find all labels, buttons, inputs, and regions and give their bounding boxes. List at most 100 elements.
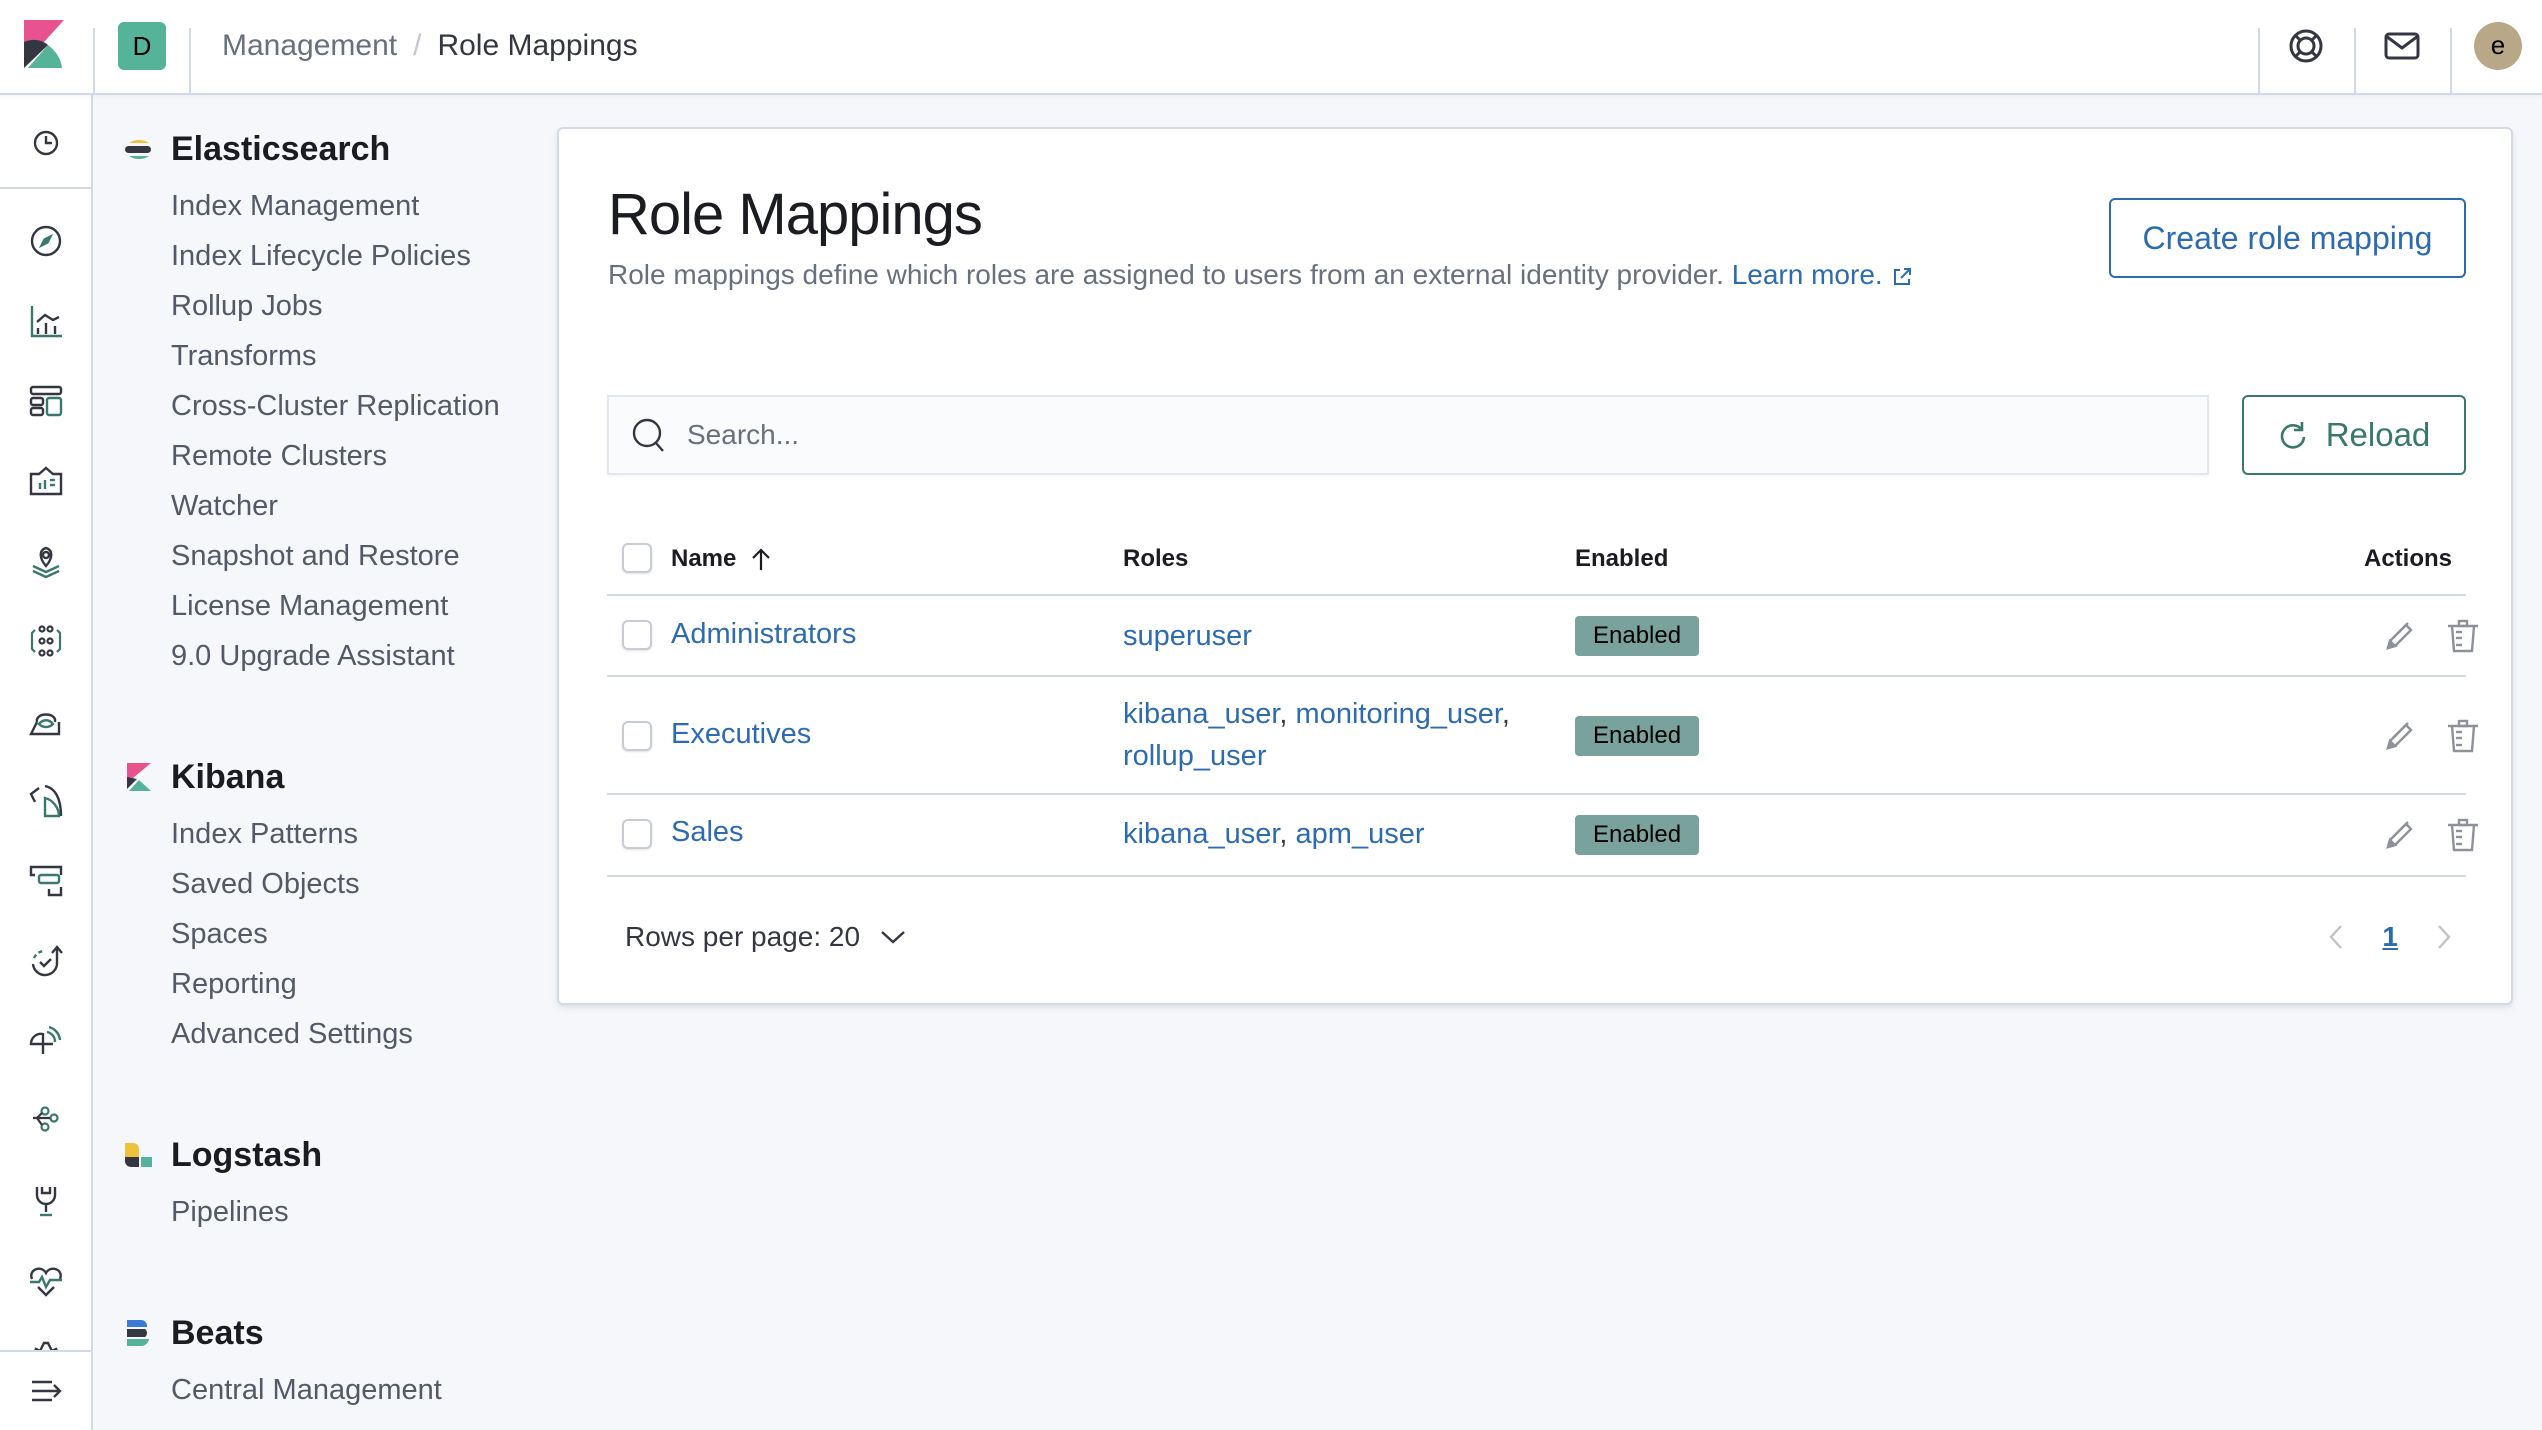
dashboard-icon[interactable] [26, 381, 66, 421]
role-link[interactable]: kibana_user [1123, 818, 1279, 850]
siem-security-icon[interactable] [26, 701, 66, 741]
sidenav-item-pipelines[interactable]: Pipelines [171, 1187, 322, 1237]
pagination: 1 [2328, 921, 2452, 953]
management-sidenav: Elasticsearch Index Management Index Lif… [93, 95, 555, 1430]
newsfeed-mail-icon[interactable] [2378, 22, 2426, 70]
apm-icon[interactable] [26, 1021, 66, 1061]
mapping-name-link[interactable]: Executives [671, 718, 811, 751]
role-link[interactable]: monitoring_user [1296, 698, 1502, 730]
sidenav-title-kibana: Kibana [171, 757, 285, 796]
select-all-checkbox[interactable] [622, 543, 652, 573]
kibana-logo-icon[interactable] [24, 20, 64, 68]
canvas-icon[interactable] [26, 461, 66, 501]
mapping-name-link[interactable]: Sales [671, 816, 744, 849]
sidenav-item-upgrade-assistant[interactable]: 9.0 Upgrade Assistant [171, 631, 500, 681]
sidenav-item-watcher[interactable]: Watcher [171, 481, 500, 531]
search-field[interactable] [607, 395, 2209, 475]
dock-navigation-button[interactable] [0, 1350, 91, 1430]
help-icon[interactable] [2282, 22, 2330, 70]
table-row: Administrators superuser Enabled [607, 596, 2478, 677]
external-link-icon [1893, 267, 1911, 285]
monitoring-icon[interactable] [26, 1261, 66, 1301]
graph-icon[interactable] [26, 1101, 66, 1141]
beats-logo-icon [127, 1319, 149, 1347]
sidenav-item-reporting[interactable]: Reporting [171, 959, 413, 1009]
sidenav-item-advanced-settings[interactable]: Advanced Settings [171, 1009, 413, 1059]
search-input[interactable] [687, 397, 2187, 473]
pencil-icon [2386, 821, 2413, 849]
row-checkbox[interactable] [622, 721, 652, 751]
logs-icon[interactable] [26, 781, 66, 821]
discover-compass-icon[interactable] [26, 221, 66, 261]
breadcrumb: Management / Role Mappings [222, 28, 638, 64]
reload-button[interactable]: Reload [2242, 395, 2466, 475]
role-link[interactable]: apm_user [1296, 818, 1425, 850]
next-page-icon[interactable] [2436, 924, 2452, 950]
machine-learning-icon[interactable] [26, 621, 66, 661]
breadcrumb-management[interactable]: Management [222, 28, 397, 64]
sidenav-item-snapshot-and-restore[interactable]: Snapshot and Restore [171, 531, 500, 581]
uptime-icon[interactable] [26, 941, 66, 981]
delete-button[interactable] [2445, 618, 2481, 654]
page-description: Role mappings define which roles are ass… [608, 259, 1913, 291]
header-divider [189, 28, 191, 94]
sidenav-title-beats: Beats [171, 1313, 264, 1352]
roles-cell: superuser [1123, 615, 1543, 657]
sidenav-item-index-management[interactable]: Index Management [171, 181, 500, 231]
column-header-actions: Actions [2363, 545, 2452, 572]
refresh-icon [2280, 422, 2306, 449]
sidenav-item-cross-cluster-replication[interactable]: Cross-Cluster Replication [171, 381, 500, 431]
learn-more-link[interactable]: Learn more. [1732, 259, 1913, 290]
header-divider [2258, 28, 2260, 94]
learn-more-label: Learn more. [1731, 259, 1883, 290]
maps-icon[interactable] [26, 541, 66, 581]
table-footer: Rows per page: 20 1 [607, 899, 2466, 979]
sidenav-item-index-lifecycle-policies[interactable]: Index Lifecycle Policies [171, 231, 500, 281]
space-avatar[interactable]: D [118, 22, 166, 70]
column-name-label: Name [671, 545, 737, 572]
header-divider [93, 28, 95, 94]
recently-viewed-clock-icon[interactable] [26, 123, 66, 163]
dock-navigation-icon [31, 1380, 62, 1402]
column-header-name[interactable]: Name [671, 545, 772, 573]
row-checkbox[interactable] [622, 620, 652, 650]
sidenav-item-rollup-jobs[interactable]: Rollup Jobs [171, 281, 500, 331]
sidenav-item-saved-objects[interactable]: Saved Objects [171, 859, 413, 909]
page-1-button[interactable]: 1 [2382, 921, 2398, 953]
user-avatar[interactable]: e [2474, 22, 2522, 70]
sidenav-item-spaces[interactable]: Spaces [171, 909, 413, 959]
role-separator: , [1279, 818, 1296, 850]
row-checkbox[interactable] [622, 819, 652, 849]
visualize-icon[interactable] [26, 301, 66, 341]
mapping-name-link[interactable]: Administrators [671, 618, 856, 651]
edit-button[interactable] [2382, 618, 2418, 654]
role-link[interactable]: superuser [1123, 620, 1252, 652]
sidenav-list: Pipelines [171, 1187, 322, 1237]
sidenav-item-remote-clusters[interactable]: Remote Clusters [171, 431, 500, 481]
header-divider [2354, 28, 2356, 94]
sidenav-list: Index Patterns Saved Objects Spaces Repo… [171, 809, 413, 1059]
sidenav-item-central-management[interactable]: Central Management [171, 1365, 442, 1415]
edit-button[interactable] [2382, 817, 2418, 853]
dev-tools-icon[interactable] [26, 1181, 66, 1221]
previous-page-icon[interactable] [2328, 924, 2344, 950]
sidenav-item-transforms[interactable]: Transforms [171, 331, 500, 381]
rows-per-page-label: Rows per page: 20 [625, 921, 861, 952]
sidenav-list: Index Management Index Lifecycle Policie… [171, 181, 500, 681]
column-header-enabled: Enabled [1575, 545, 1669, 572]
infrastructure-icon[interactable] [26, 861, 66, 901]
role-link[interactable]: rollup_user [1123, 740, 1266, 772]
reload-label: Reload [2325, 416, 2431, 453]
sidenav-section-beats: Beats Central Management [125, 1311, 442, 1415]
delete-button[interactable] [2445, 718, 2481, 754]
sidenav-item-index-patterns[interactable]: Index Patterns [171, 809, 413, 859]
edit-button[interactable] [2382, 718, 2418, 754]
status-badge: Enabled [1575, 716, 1700, 756]
delete-button[interactable] [2445, 817, 2481, 853]
create-role-mapping-button[interactable]: Create role mapping [2109, 198, 2466, 278]
sidenav-item-license-management[interactable]: License Management [171, 581, 500, 631]
rows-per-page-button[interactable]: Rows per page: 20 [625, 921, 906, 953]
top-header: D Management / Role Mappings e [0, 0, 2542, 95]
role-link[interactable]: kibana_user [1123, 698, 1279, 730]
chevron-down-icon [881, 931, 905, 944]
